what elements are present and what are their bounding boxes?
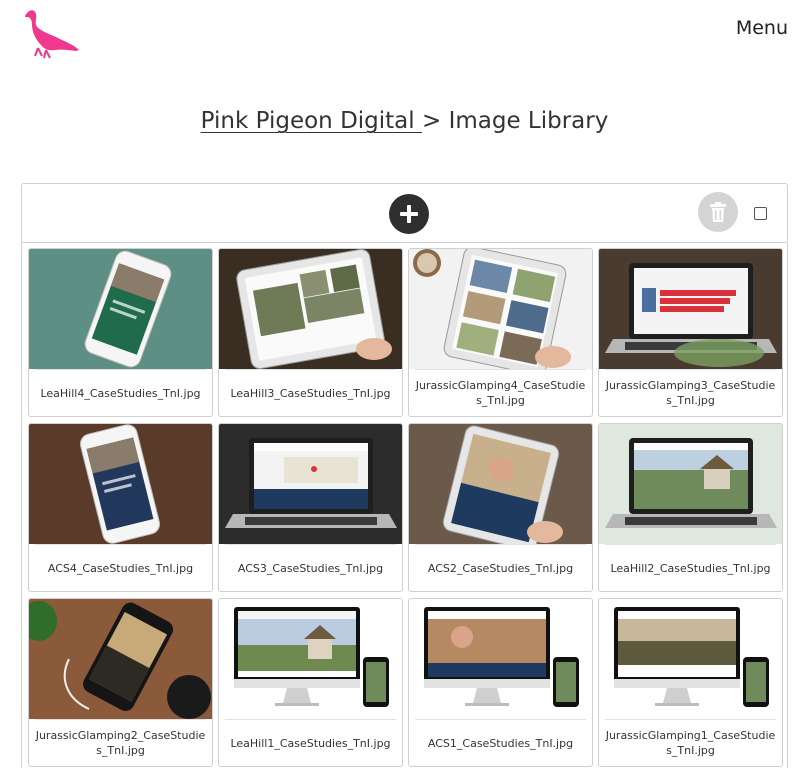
image-thumbnail[interactable] <box>29 249 212 369</box>
image-filename: JurassicGlamping1_CaseStudies_TnI.jpg <box>605 719 776 766</box>
breadcrumb-home-link[interactable]: Pink Pigeon Digital <box>201 108 422 134</box>
image-card[interactable]: ACS1_CaseStudies_TnI.jpg <box>408 598 593 767</box>
image-filename: LeaHill3_CaseStudies_TnI.jpg <box>225 369 396 416</box>
pigeon-logo-icon[interactable] <box>24 8 82 60</box>
image-card[interactable]: LeaHill4_CaseStudies_TnI.jpg <box>28 248 213 417</box>
image-card[interactable]: ACS2_CaseStudies_TnI.jpg <box>408 423 593 592</box>
menu-button[interactable]: Menu <box>736 17 788 39</box>
delete-images-button[interactable] <box>698 192 738 232</box>
select-all-checkbox[interactable] <box>754 207 767 220</box>
image-filename: ACS3_CaseStudies_TnI.jpg <box>225 544 396 591</box>
image-filename: JurassicGlamping3_CaseStudies_TnI.jpg <box>605 369 776 416</box>
image-thumbnail[interactable] <box>599 599 782 719</box>
trash-icon <box>710 202 726 222</box>
breadcrumb-separator: > <box>421 108 442 134</box>
image-thumbnail[interactable] <box>29 424 212 544</box>
image-card[interactable]: ACS3_CaseStudies_TnI.jpg <box>218 423 403 592</box>
image-thumbnail[interactable] <box>219 424 402 544</box>
image-card[interactable]: LeaHill2_CaseStudies_TnI.jpg <box>598 423 783 592</box>
image-filename: ACS4_CaseStudies_TnI.jpg <box>35 544 206 591</box>
image-filename: LeaHill4_CaseStudies_TnI.jpg <box>35 369 206 416</box>
image-card[interactable]: LeaHill1_CaseStudies_TnI.jpg <box>218 598 403 767</box>
breadcrumb: Pink Pigeon Digital > Image Library <box>0 108 809 134</box>
image-thumbnail[interactable] <box>219 599 402 719</box>
image-card[interactable]: JurassicGlamping1_CaseStudies_TnI.jpg <box>598 598 783 767</box>
add-image-button[interactable] <box>389 194 429 234</box>
image-card[interactable]: LeaHill3_CaseStudies_TnI.jpg <box>218 248 403 417</box>
image-card[interactable]: JurassicGlamping3_CaseStudies_TnI.jpg <box>598 248 783 417</box>
breadcrumb-current: Image Library <box>448 108 609 134</box>
image-thumbnail[interactable] <box>409 424 592 544</box>
image-thumbnail[interactable] <box>409 249 592 369</box>
image-grid: LeaHill4_CaseStudies_TnI.jpg LeaHill3_Ca… <box>21 242 788 768</box>
image-thumbnail[interactable] <box>599 424 782 544</box>
library-toolbar <box>21 183 788 243</box>
image-filename: LeaHill1_CaseStudies_TnI.jpg <box>225 719 396 766</box>
image-card[interactable]: JurassicGlamping4_CaseStudies_TnI.jpg <box>408 248 593 417</box>
image-filename: JurassicGlamping4_CaseStudies_TnI.jpg <box>415 369 586 416</box>
image-thumbnail[interactable] <box>599 249 782 369</box>
image-filename: ACS1_CaseStudies_TnI.jpg <box>415 719 586 766</box>
image-thumbnail[interactable] <box>29 599 212 719</box>
image-card[interactable]: ACS4_CaseStudies_TnI.jpg <box>28 423 213 592</box>
image-thumbnail[interactable] <box>219 249 402 369</box>
image-filename: LeaHill2_CaseStudies_TnI.jpg <box>605 544 776 591</box>
image-card[interactable]: JurassicGlamping2_CaseStudies_TnI.jpg <box>28 598 213 767</box>
image-filename: JurassicGlamping2_CaseStudies_TnI.jpg <box>35 719 206 766</box>
image-thumbnail[interactable] <box>409 599 592 719</box>
image-filename: ACS2_CaseStudies_TnI.jpg <box>415 544 586 591</box>
